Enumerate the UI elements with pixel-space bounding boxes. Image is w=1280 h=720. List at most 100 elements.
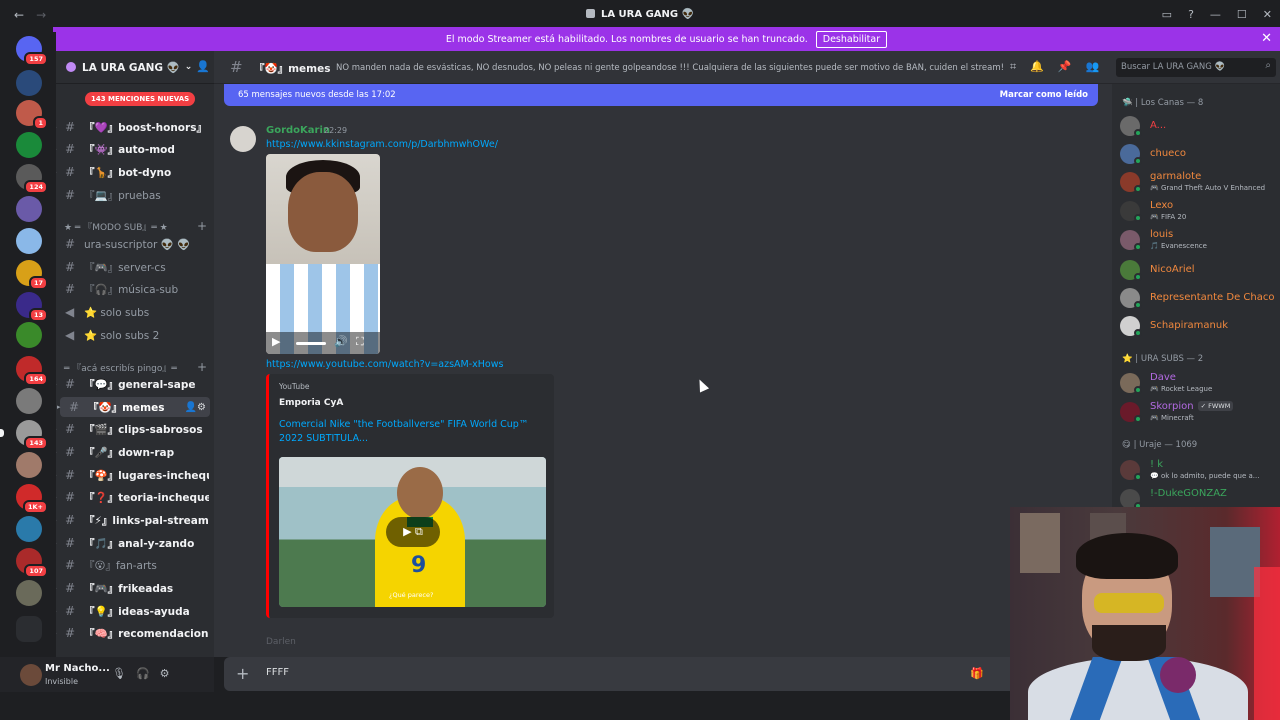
category-modo-sub[interactable]: ★ ═ 『MODO SUB』═ ★ +: [64, 219, 207, 233]
channel-item[interactable]: ▸ # 『👾』auto-mod: [56, 139, 214, 159]
active-indicator: [0, 429, 4, 437]
channel-item[interactable]: # 『😮』fan-arts: [56, 555, 214, 575]
new-messages-bar[interactable]: 65 mensajes nuevos desde las 17:02 Marca…: [224, 84, 1098, 106]
channel-item[interactable]: ▸ # 『❓』teoria-inchequea...: [56, 487, 214, 507]
channel-item[interactable]: # 『💻』pruebas: [56, 185, 214, 205]
deafen-headphones-icon[interactable]: 🎧: [136, 667, 150, 680]
server-icon[interactable]: 1: [16, 100, 48, 130]
close-window-button[interactable]: ✕: [1263, 8, 1272, 21]
server-icon[interactable]: 107: [16, 548, 48, 578]
channel-item[interactable]: ▸ # 『🎵』anal-y-zando: [56, 533, 214, 553]
channel-item[interactable]: ▸ # 『🎤』down-rap: [56, 442, 214, 462]
avatar[interactable]: [230, 126, 256, 152]
channel-item[interactable]: ▸ # 『⚡』links-pal-stream: [56, 510, 214, 530]
server-icon[interactable]: 124: [16, 164, 48, 194]
add-channel-icon[interactable]: +: [197, 360, 207, 374]
new-mentions-pill[interactable]: 143 MENCIONES NUEVAS: [85, 92, 196, 106]
add-channel-icon[interactable]: +: [197, 219, 207, 233]
member-item[interactable]: !-DukeGONZAZ: [1120, 487, 1280, 507]
member-item[interactable]: Skorpion ✓ FWWM 🎮 Minecraft: [1120, 400, 1280, 424]
voice-channel-item[interactable]: ◀ ⭐ solo subs: [56, 302, 214, 322]
embed-thumbnail[interactable]: 9 ▶ ⧉ ¿Qué parece?: [279, 457, 546, 607]
member-item[interactable]: garmalote 🎮 Grand Theft Auto V Enhanced: [1120, 170, 1280, 194]
channel-item[interactable]: # 『🎮』server-cs: [56, 257, 214, 277]
member-item[interactable]: Schapiramanuk: [1120, 314, 1280, 338]
fullscreen-icon[interactable]: ⛶: [356, 335, 364, 349]
server-icon[interactable]: [16, 70, 42, 96]
progress-bar[interactable]: [296, 342, 326, 345]
disable-streamer-button[interactable]: Deshabilitar: [815, 30, 888, 48]
user-settings-gear-icon[interactable]: ⚙: [160, 667, 170, 680]
avatar[interactable]: [20, 664, 42, 686]
server-icon[interactable]: [16, 322, 42, 348]
channel-item[interactable]: ▸ # 『💡』ideas-ayuda: [56, 601, 214, 621]
server-icon[interactable]: [16, 388, 42, 414]
help-icon[interactable]: ?: [1188, 8, 1194, 21]
gift-icon[interactable]: 🎁: [970, 667, 984, 680]
server-icon[interactable]: [16, 452, 42, 478]
channel-item[interactable]: ▸ # 『💬』general-sape: [56, 374, 214, 394]
server-icon[interactable]: [16, 516, 42, 542]
server-icon[interactable]: 1K+: [16, 484, 48, 514]
server-icon[interactable]: [16, 132, 42, 158]
member-item[interactable]: A...: [1120, 114, 1280, 138]
maximize-button[interactable]: ☐: [1237, 8, 1247, 21]
server-icon[interactable]: 17: [16, 260, 48, 290]
home-button[interactable]: 157: [16, 36, 48, 66]
volume-icon[interactable]: 🔊: [334, 335, 348, 348]
channel-item[interactable]: ▸ # 『🎬』clips-sabrosos: [56, 419, 214, 439]
bell-icon[interactable]: 🔔: [1030, 60, 1044, 74]
server-icon[interactable]: [16, 228, 42, 254]
instagram-link[interactable]: https://www.kkinstagram.com/p/DarbhmwhOW…: [266, 139, 498, 150]
member-name: Schapiramanuk: [1150, 320, 1229, 331]
pin-icon[interactable]: 📌: [1058, 60, 1072, 74]
server-badge: 13: [28, 308, 48, 322]
mute-mic-icon[interactable]: 🎙: [112, 667, 126, 680]
guild-header[interactable]: LA URA GANG 👽 ⌄ 👤: [56, 51, 214, 84]
play-icon[interactable]: ▶: [272, 335, 280, 348]
play-button-icon[interactable]: ▶ ⧉: [386, 517, 440, 547]
channel-item[interactable]: ▸ # 『🧠』recomendaciones: [56, 623, 214, 643]
attach-plus-icon[interactable]: +: [236, 664, 249, 683]
channel-item[interactable]: ▸ # 『🦒』bot-dyno: [56, 162, 214, 182]
server-icon[interactable]: 13: [16, 292, 48, 322]
server-icon[interactable]: 164: [16, 356, 48, 386]
member-name: louis: [1150, 229, 1174, 240]
message-composer[interactable]: + FFFF 🎁: [224, 657, 1024, 691]
member-item[interactable]: Lexo 🎮 FIFA 20: [1120, 199, 1280, 223]
threads-icon[interactable]: ⌗: [1010, 60, 1016, 74]
channel-topic[interactable]: NO manden nada de esvásticas, NO desnudo…: [336, 63, 1006, 73]
member-item[interactable]: chueco: [1120, 142, 1280, 166]
folder-icon[interactable]: [16, 616, 42, 642]
inbox-icon[interactable]: ▭: [1162, 8, 1172, 21]
channel-item[interactable]: ▸ # 『🎮』frikeadas: [56, 578, 214, 598]
guild-icon-active[interactable]: 143: [0, 420, 48, 450]
channel-item[interactable]: ▸ # 『💜』boost-honors』: [56, 117, 214, 137]
member-item[interactable]: Dave 🎮 Rocket League: [1120, 371, 1280, 395]
embed-author[interactable]: Emporia CyA: [279, 398, 343, 408]
search-input[interactable]: Buscar LA URA GANG 👽 ⌕: [1116, 58, 1276, 77]
channel-item[interactable]: ▸ # 『🍄』lugares-inchequ...: [56, 465, 214, 485]
invite-people-icon[interactable]: 👤: [196, 60, 210, 73]
member-item[interactable]: Representante De Chaco: [1120, 286, 1280, 310]
member-item[interactable]: ! k 💬 ok lo admito, puede que a...: [1120, 458, 1280, 482]
embed-title[interactable]: Comercial Nike "the Footballverse" FIFA …: [279, 418, 539, 446]
message-input[interactable]: FFFF: [266, 667, 289, 678]
minimize-button[interactable]: —: [1210, 8, 1221, 21]
server-icon[interactable]: [16, 196, 42, 222]
member-item[interactable]: louis 🎵 Evanescence: [1120, 228, 1280, 252]
video-attachment[interactable]: ▶ 🔊 ⛶: [266, 154, 380, 354]
channel-item-selected[interactable]: ▸ # 『🤡』memes 👤⚙: [57, 397, 210, 417]
category-aca-escribis[interactable]: ═ 『acá escribís pingo』═ +: [64, 360, 207, 374]
voice-channel-item[interactable]: ◀ ⭐ solo subs 2: [56, 325, 214, 345]
member-item[interactable]: NicoAriel: [1120, 258, 1280, 282]
mark-as-read-button[interactable]: Marcar como leído: [1000, 90, 1088, 100]
member-list-icon[interactable]: 👥: [1086, 60, 1100, 74]
channel-item[interactable]: # ura-suscriptor 👽 👽: [56, 234, 214, 254]
banner-close-icon[interactable]: ✕: [1261, 31, 1272, 46]
channel-settings-icon[interactable]: 👤⚙: [185, 402, 206, 413]
message-author[interactable]: GordoKarin: [266, 125, 330, 136]
server-icon[interactable]: [16, 580, 42, 606]
youtube-link[interactable]: https://www.youtube.com/watch?v=azsAM-xH…: [266, 359, 503, 370]
channel-item[interactable]: # 『🎧』música-sub: [56, 279, 214, 299]
